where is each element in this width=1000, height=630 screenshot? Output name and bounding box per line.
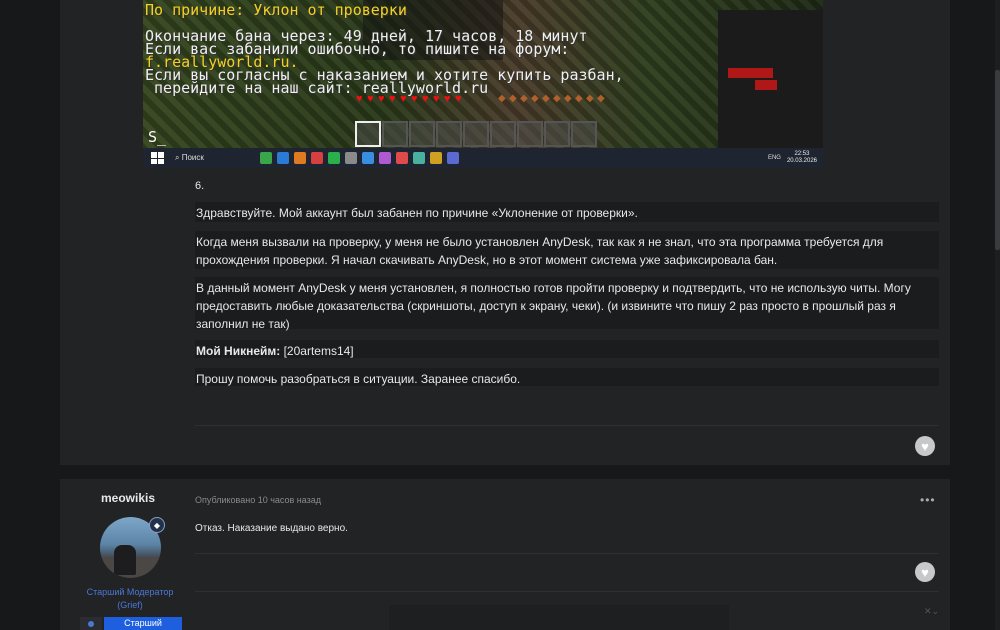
heart-icon: ♥ (921, 438, 929, 454)
hotbar-slot (517, 121, 543, 147)
health-bar: ♥ ♥ ♥ ♥ ♥ ♥ ♥ ♥ ♥ ♥ (356, 94, 465, 106)
like-button[interactable]: ♥ (915, 562, 935, 582)
drumstick-icon: ◆ (520, 93, 528, 104)
drumstick-icon: ◆ (542, 93, 550, 104)
hotbar-slot (463, 121, 489, 147)
app-icon (345, 152, 357, 164)
app-icon (277, 152, 289, 164)
system-tray: ENG 22:53 20.03.2026 (768, 151, 823, 165)
nickname-label: Мой Никнейм: (196, 344, 281, 358)
heart-icon: ♥ (455, 93, 462, 105)
nickname-value: [20artems14] (280, 344, 354, 358)
app-icon (413, 152, 425, 164)
role-icon (80, 617, 102, 630)
post-timestamp[interactable]: Опубликовано 10 часов назад (195, 495, 321, 505)
heart-icon: ♥ (422, 93, 429, 105)
app-icon (328, 152, 340, 164)
windows-start-icon (151, 152, 165, 164)
hotbar-slot (436, 121, 462, 147)
drumstick-icon: ◆ (531, 93, 539, 104)
ad-banner (389, 605, 729, 630)
app-icon (379, 152, 391, 164)
tray-clock: 22:53 20.03.2026 (786, 151, 817, 164)
app-icon (362, 152, 374, 164)
app-icon (396, 152, 408, 164)
drumstick-icon: ◆ (553, 93, 561, 104)
post-body: Отказ. Наказание выдано верно. (195, 523, 348, 534)
app-icon (260, 152, 272, 164)
windows-taskbar: ⌕ Поиск ENG 22:53 20.03.2026 (143, 148, 823, 168)
chat-prompt: S_ (148, 128, 167, 146)
like-button[interactable]: ♥ (915, 436, 935, 456)
minecraft-mob-eye (728, 68, 773, 78)
heart-icon: ♥ (389, 93, 396, 105)
hotbar-slot (544, 121, 570, 147)
close-icon[interactable]: ✕⌄ (924, 606, 939, 617)
post-paragraph: В данный момент AnyDesk у меня установле… (195, 277, 939, 331)
heart-icon: ♥ (356, 93, 363, 105)
role-badge: Старший (104, 617, 182, 630)
drumstick-icon: ◆ (498, 93, 506, 104)
drumstick-icon: ◆ (586, 93, 594, 104)
app-icon (294, 152, 306, 164)
drumstick-icon: ◆ (597, 93, 605, 104)
author-role: Старший Модератор (Grief) (86, 587, 174, 610)
post-paragraph: Здравствуйте. Мой аккаунт был забанен по… (195, 202, 939, 222)
app-icon (430, 152, 442, 164)
hotbar-slot (490, 121, 516, 147)
drumstick-icon: ◆ (564, 93, 572, 104)
heart-icon: ♥ (400, 93, 407, 105)
heart-icon: ♥ (433, 93, 440, 105)
hotbar-slot (382, 121, 408, 147)
post-divider (195, 553, 939, 554)
heart-icon: ♥ (921, 564, 929, 580)
hotbar (355, 121, 598, 147)
moderator-shield-icon: ◆ (149, 517, 165, 533)
post-divider (195, 591, 939, 592)
heart-icon: ♥ (367, 93, 374, 105)
attached-screenshot[interactable]: По причине: Уклон от проверки Окончание … (143, 0, 823, 168)
hotbar-slot (355, 121, 381, 147)
minecraft-mob-eye (755, 80, 777, 90)
app-icon (447, 152, 459, 164)
post-divider (195, 425, 939, 426)
nickname-line: Мой Никнейм: [20artems14] (195, 340, 939, 358)
author-name[interactable]: meowikis (78, 491, 178, 505)
hotbar-slot (571, 121, 597, 147)
heart-icon: ♥ (411, 93, 418, 105)
heart-icon: ♥ (444, 93, 451, 105)
heart-icon: ♥ (378, 93, 385, 105)
list-number: 6. (195, 180, 205, 192)
post-paragraph: Прошу помочь разобраться в ситуации. Зар… (195, 368, 939, 386)
app-icon (311, 152, 323, 164)
tray-lang: ENG (767, 155, 781, 161)
hunger-bar: ◆ ◆ ◆ ◆ ◆ ◆ ◆ ◆ ◆ ◆ (498, 94, 607, 104)
drumstick-icon: ◆ (575, 93, 583, 104)
hotbar-slot (409, 121, 435, 147)
scrollbar-thumb[interactable] (995, 70, 1000, 250)
taskbar-search: ⌕ Поиск (175, 153, 204, 162)
drumstick-icon: ◆ (509, 93, 517, 104)
post-menu-button[interactable]: ••• (920, 493, 936, 507)
ban-reason-line: По причине: Уклон от проверки (145, 1, 407, 19)
post-paragraph: Когда меня вызвали на проверку, у меня н… (195, 231, 939, 269)
